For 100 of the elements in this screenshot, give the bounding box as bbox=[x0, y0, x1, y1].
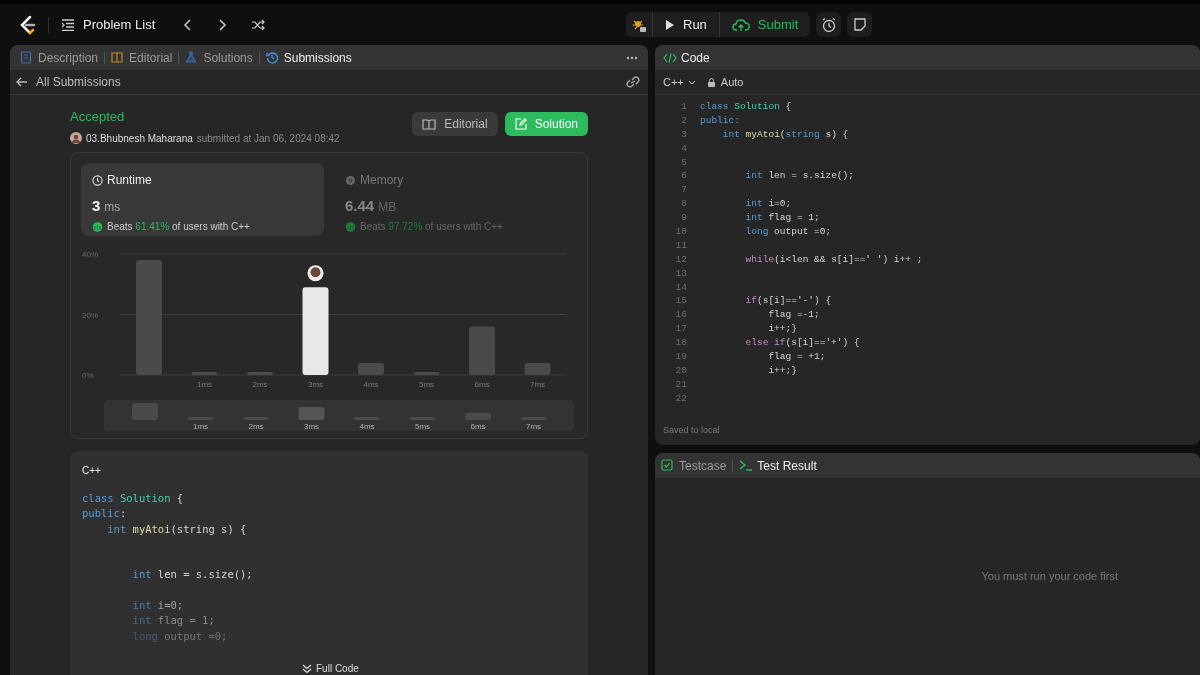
submitted-time: submitted at Jan 06, 2024 08:42 bbox=[196, 131, 340, 146]
axis-label: 4ms bbox=[363, 380, 379, 389]
more-button[interactable] bbox=[626, 55, 638, 60]
memory-tile[interactable]: Memory 6.44 MB Beats 97.72% of users with C++ bbox=[334, 163, 577, 236]
tab[interactable]: Solutions bbox=[185, 48, 253, 67]
histogram-bar[interactable] bbox=[358, 362, 384, 375]
histogram-bar[interactable] bbox=[524, 362, 551, 375]
shuffle-icon bbox=[251, 18, 266, 31]
language-dropdown[interactable]: C++ bbox=[663, 73, 696, 91]
axis-label: 2ms bbox=[252, 380, 268, 389]
line-number: 13 bbox=[675, 266, 687, 281]
code-line: int len = s.size(); bbox=[744, 169, 855, 184]
code-line: i++;} bbox=[767, 322, 798, 337]
copy-link-button[interactable] bbox=[626, 76, 640, 88]
back-arrow-icon bbox=[16, 77, 28, 87]
code-line: public: bbox=[700, 113, 741, 128]
chevron-down-icon bbox=[687, 79, 696, 85]
line-number: 20 bbox=[675, 363, 687, 378]
line-number: 12 bbox=[675, 252, 687, 267]
cloud-upload-icon bbox=[731, 17, 750, 32]
submit-button[interactable]: Submit bbox=[718, 12, 811, 37]
avatar-icon bbox=[70, 132, 82, 144]
code-line: class Solution { bbox=[700, 100, 793, 114]
all-submissions-link[interactable]: All Submissions bbox=[16, 73, 121, 91]
line-number: 19 bbox=[675, 350, 687, 364]
line-number: 3 bbox=[681, 127, 687, 142]
line-number: 11 bbox=[675, 238, 687, 253]
status-text: Accepted bbox=[70, 108, 126, 126]
line-number: 4 bbox=[681, 141, 687, 156]
clock-icon bbox=[92, 174, 103, 186]
auto-mode-button[interactable]: Auto bbox=[707, 73, 744, 91]
overview-label: 2ms bbox=[248, 422, 264, 431]
note-icon bbox=[852, 17, 867, 32]
line-number: 22 bbox=[675, 391, 687, 406]
lock-icon bbox=[707, 77, 715, 87]
overview-label: 7ms bbox=[525, 422, 542, 431]
more-icon bbox=[626, 55, 638, 60]
book-icon bbox=[111, 51, 126, 64]
stat-title: Memory bbox=[360, 172, 404, 189]
play-icon bbox=[665, 18, 675, 31]
terminal-icon bbox=[739, 459, 754, 472]
problem-list-button[interactable]: Problem List bbox=[61, 14, 156, 35]
line-number: 7 bbox=[681, 183, 687, 198]
run-button[interactable]: Run bbox=[652, 12, 719, 37]
histogram-bar[interactable] bbox=[191, 372, 218, 375]
code-line: int myAtoi(string s) { bbox=[106, 521, 248, 537]
empty-message: You must run your code first bbox=[981, 569, 1118, 585]
overview-track[interactable] bbox=[104, 400, 574, 431]
chevron-left-icon bbox=[183, 18, 192, 31]
code-line: else if(s[i]=='+') { bbox=[744, 336, 861, 351]
overview-label: 5ms bbox=[414, 422, 431, 431]
code-line: int i=0; bbox=[131, 598, 185, 614]
checkbox-icon bbox=[661, 459, 675, 472]
code-line: public: bbox=[82, 506, 128, 522]
full-code-button[interactable]: Full Code bbox=[302, 661, 359, 675]
document-icon bbox=[20, 51, 34, 64]
line-number: 5 bbox=[681, 155, 687, 170]
edit-icon bbox=[514, 118, 527, 130]
line-number: 6 bbox=[681, 169, 687, 184]
axis-label: 5ms bbox=[418, 380, 435, 389]
notes-button[interactable] bbox=[847, 12, 873, 37]
tab[interactable]: Description bbox=[20, 48, 99, 67]
timer-button[interactable] bbox=[816, 12, 842, 37]
avatar bbox=[307, 265, 324, 282]
axis-label: 7ms bbox=[529, 380, 546, 389]
tab[interactable]: Editorial bbox=[111, 48, 173, 67]
line-number: 16 bbox=[675, 308, 687, 323]
chevron-right-icon bbox=[219, 18, 228, 31]
code-line: long output =0; bbox=[744, 225, 833, 239]
tab[interactable]: Test Result bbox=[739, 456, 817, 475]
line-number: 21 bbox=[675, 377, 687, 392]
overview-bar bbox=[465, 412, 491, 420]
double-chevron-down-icon bbox=[302, 663, 312, 674]
editorial-button[interactable]: Editorial bbox=[412, 112, 498, 136]
beats-text: Beats 97.72% of users with C++ bbox=[360, 219, 503, 234]
code-line: long output =0; bbox=[131, 628, 229, 644]
stat-value: 3 bbox=[92, 196, 101, 216]
tab[interactable]: Testcase bbox=[661, 456, 727, 475]
line-number: 15 bbox=[675, 294, 687, 309]
line-number: 10 bbox=[675, 225, 687, 239]
line-number: 8 bbox=[681, 197, 687, 212]
code-line: class Solution { bbox=[82, 491, 185, 506]
code-line: int flag = 1; bbox=[744, 211, 821, 225]
code-line: while(i<len && s[i]==' ') i++ ; bbox=[744, 252, 923, 267]
tab[interactable]: Submissions bbox=[265, 48, 352, 67]
stat-unit: ms bbox=[104, 199, 121, 216]
runtime-tile[interactable]: Runtime 3 ms Beats 61.41% of users with C++ bbox=[81, 163, 324, 236]
overview-label: 3ms bbox=[303, 422, 320, 431]
histogram-bar[interactable] bbox=[302, 287, 329, 375]
panel-title: Code bbox=[681, 49, 710, 67]
beats-text: Beats 61.41% of users with C++ bbox=[107, 219, 250, 234]
histogram-bar[interactable] bbox=[413, 372, 440, 375]
line-number: 2 bbox=[681, 113, 687, 128]
code-line: if(s[i]=='-') { bbox=[744, 294, 833, 309]
link-icon bbox=[626, 76, 640, 88]
overview-label: 4ms bbox=[359, 422, 375, 431]
code-line: flag = +1; bbox=[767, 350, 827, 364]
stat-unit: MB bbox=[378, 199, 397, 216]
language-label: C++ bbox=[82, 464, 101, 478]
code-line: int myAtoi(string s) { bbox=[721, 127, 850, 142]
